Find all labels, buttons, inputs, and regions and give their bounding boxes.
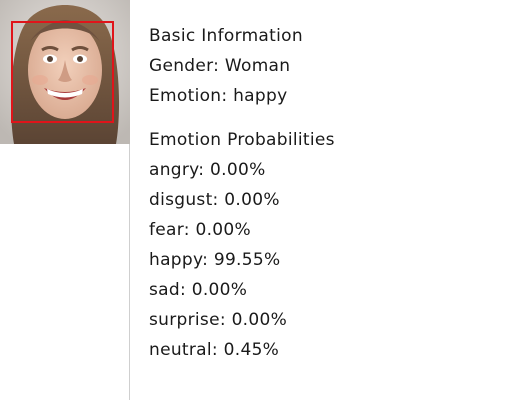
basic-info-heading: Basic Information (149, 26, 303, 46)
probabilities-heading: Emotion Probabilities (149, 130, 335, 150)
prob-neutral: neutral: 0.45% (149, 340, 280, 360)
prob-surprise: surprise: 0.00% (149, 310, 288, 330)
prob-disgust: disgust: 0.00% (149, 190, 280, 210)
emotion-analysis-window: Basic Information Gender: Woman Emotion:… (0, 0, 529, 400)
emotion-label: Emotion: happy (149, 86, 288, 106)
gender-label: Gender: Woman (149, 56, 291, 76)
face-photo (0, 0, 130, 144)
analysis-results: Basic Information Gender: Woman Emotion:… (149, 21, 335, 365)
image-panel (0, 0, 130, 400)
prob-angry: angry: 0.00% (149, 160, 266, 180)
face-detection-box (11, 21, 114, 123)
prob-fear: fear: 0.00% (149, 220, 251, 240)
prob-sad: sad: 0.00% (149, 280, 248, 300)
emotion-probabilities: Emotion Probabilities angry: 0.00% disgu… (149, 125, 335, 365)
prob-happy: happy: 99.55% (149, 250, 281, 270)
